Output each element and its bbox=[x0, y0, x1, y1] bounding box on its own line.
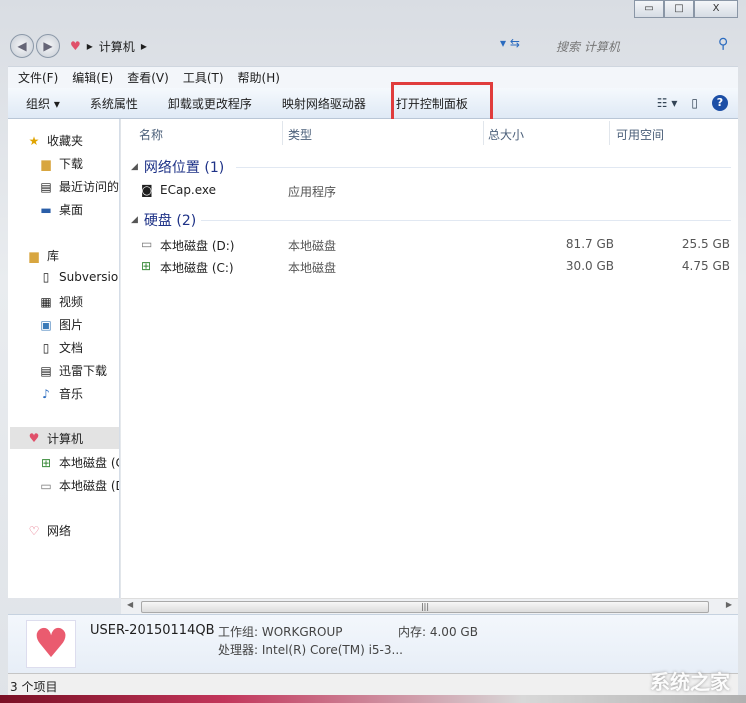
breadcrumb[interactable]: ♥ ▸ 计算机 ▸ bbox=[70, 38, 147, 55]
list-item[interactable]: ⊞ 本地磁盘 (C:) 本地磁盘 30.0 GB 4.75 GB bbox=[139, 257, 734, 277]
column-name[interactable]: 名称 bbox=[139, 126, 163, 143]
sidebar-libraries[interactable]: ▆ 库 bbox=[26, 247, 59, 264]
menu-edit[interactable]: 编辑(E) bbox=[72, 69, 113, 86]
system-properties-button[interactable]: 系统属性 bbox=[90, 95, 138, 112]
group-hard-disks[interactable]: ◢ 硬盘 (2) bbox=[131, 210, 196, 230]
collapse-icon[interactable]: ◢ bbox=[131, 162, 138, 172]
workgroup: 工作组: WORKGROUP bbox=[218, 625, 343, 639]
star-icon: ★ bbox=[28, 133, 40, 148]
document-icon: ▯ bbox=[42, 340, 50, 355]
computer-large-icon: ♥ bbox=[26, 620, 76, 668]
search-icon[interactable]: ⚲ bbox=[718, 36, 728, 52]
sidebar-item-thunder-downloads[interactable]: ▤ 迅雷下载 bbox=[38, 362, 107, 379]
minimize-button[interactable]: ▭ bbox=[634, 0, 664, 18]
library-icon: ▆ bbox=[29, 248, 39, 263]
sidebar-item-drive-c[interactable]: ⊞ 本地磁盘 (C bbox=[38, 454, 119, 471]
sidebar-item-drive-d[interactable]: ▭ 本地磁盘 (D bbox=[38, 477, 119, 494]
item-count: 3 个项目 bbox=[10, 680, 58, 694]
address-bar: ◀ ▶ ♥ ▸ 计算机 ▸ bbox=[10, 34, 736, 58]
collapse-icon[interactable]: ◢ bbox=[131, 215, 138, 225]
desktop-icon: ▬ bbox=[40, 202, 52, 217]
navigation-pane: ★ 收藏夹 ▆ 下载 ▤ 最近访问的 ▬ 桌面 ▆ 库 ▯ Subversion ▦ 视频 ▣… bbox=[8, 119, 120, 598]
explorer-window: ▭ □ X ◀ ▶ ♥ ▸ 计算机 ▸ ▾ ⇆ 搜索 计算机 ⚲ 文件(F) 编… bbox=[0, 0, 746, 703]
music-icon: ♪ bbox=[42, 386, 50, 401]
drive-icon: ▭ bbox=[141, 237, 153, 251]
file-list: 名称 类型 总大小 可用空间 ◢ 网络位置 (1) ◙ ECap.exe 应用程序… bbox=[121, 119, 738, 598]
sidebar-item-documents[interactable]: ▯ 文档 bbox=[38, 339, 83, 356]
drive-icon: ▭ bbox=[40, 478, 52, 493]
picture-icon: ▣ bbox=[40, 317, 52, 332]
network-icon: ♡ bbox=[28, 523, 40, 538]
menu-help[interactable]: 帮助(H) bbox=[238, 69, 280, 86]
computer-icon: ♥ bbox=[28, 431, 40, 445]
menu-view[interactable]: 查看(V) bbox=[127, 69, 169, 86]
sidebar-computer[interactable]: ♥ 计算机 bbox=[10, 427, 119, 449]
view-controls: ☷ ▾ ▯ ? bbox=[657, 95, 728, 111]
video-icon: ▦ bbox=[40, 294, 52, 309]
scrollbar-thumb[interactable]: ||| bbox=[141, 601, 709, 613]
folder-icon: ▆ bbox=[41, 156, 51, 171]
list-item[interactable]: ▭ 本地磁盘 (D:) 本地磁盘 81.7 GB 25.5 GB bbox=[139, 235, 734, 255]
uninstall-program-button[interactable]: 卸载或更改程序 bbox=[168, 95, 252, 112]
scroll-right-icon[interactable]: ▶ bbox=[726, 600, 732, 609]
processor: 处理器: Intel(R) Core(TM) i5-3... bbox=[218, 643, 403, 657]
computer-icon: ♥ bbox=[70, 39, 81, 53]
sidebar-item-downloads[interactable]: ▆ 下载 bbox=[38, 155, 83, 172]
sidebar-item-videos[interactable]: ▦ 视频 bbox=[38, 293, 83, 310]
chevron-right-icon: ▸ bbox=[86, 39, 93, 53]
chevron-right-icon: ▸ bbox=[140, 39, 147, 53]
forward-button[interactable]: ▶ bbox=[36, 34, 60, 58]
sidebar-favorites[interactable]: ★ 收藏夹 bbox=[26, 132, 83, 149]
menu-bar: 文件(F) 编辑(E) 查看(V) 工具(T) 帮助(H) bbox=[8, 66, 738, 88]
details-pane: ♥ USER-20150114QB 工作组: WORKGROUP 内存: 4.0… bbox=[8, 614, 738, 673]
window-border bbox=[0, 695, 746, 703]
help-icon[interactable]: ? bbox=[712, 95, 728, 111]
camera-icon: ◙ bbox=[141, 183, 153, 197]
menu-tools[interactable]: 工具(T) bbox=[183, 69, 224, 86]
watermark-logo: 系统之家 bbox=[650, 670, 730, 694]
close-button[interactable]: X bbox=[694, 0, 738, 18]
refresh-icon[interactable]: ▾ ⇆ bbox=[500, 36, 520, 50]
command-bar: 组织 ▾ 系统属性 卸载或更改程序 映射网络驱动器 打开控制面板 bbox=[8, 88, 738, 119]
computer-name: USER-20150114QB bbox=[90, 623, 215, 638]
recent-icon: ▤ bbox=[40, 179, 52, 194]
group-network-locations[interactable]: ◢ 网络位置 (1) bbox=[131, 157, 224, 177]
sidebar-item-music[interactable]: ♪ 音乐 bbox=[38, 385, 83, 402]
sidebar-item-pictures[interactable]: ▣ 图片 bbox=[38, 316, 83, 333]
list-item[interactable]: ◙ ECap.exe 应用程序 bbox=[139, 181, 734, 201]
menu-file[interactable]: 文件(F) bbox=[18, 69, 58, 86]
preview-pane-icon[interactable]: ▯ bbox=[691, 96, 698, 110]
system-drive-icon: ⊞ bbox=[40, 455, 52, 470]
window-controls: ▭ □ X bbox=[634, 0, 738, 18]
horizontal-scrollbar[interactable]: ◀ ||| ▶ bbox=[121, 598, 738, 614]
sidebar-item-desktop[interactable]: ▬ 桌面 bbox=[38, 201, 83, 218]
document-icon: ▯ bbox=[42, 270, 50, 284]
sidebar-item-subversion[interactable]: ▯ Subversion bbox=[38, 270, 119, 284]
maximize-button[interactable]: □ bbox=[664, 0, 694, 18]
back-button[interactable]: ◀ bbox=[10, 34, 34, 58]
view-options-icon[interactable]: ☷ ▾ bbox=[657, 96, 678, 110]
scroll-left-icon[interactable]: ◀ bbox=[127, 600, 133, 609]
status-bar: 3 个项目 系统之家 bbox=[8, 670, 738, 695]
search-input[interactable]: 搜索 计算机 bbox=[556, 38, 620, 55]
sidebar-network[interactable]: ♡ 网络 bbox=[26, 522, 71, 539]
column-total-size[interactable]: 总大小 bbox=[488, 126, 524, 143]
sidebar-item-recent[interactable]: ▤ 最近访问的 bbox=[38, 178, 119, 195]
column-free-space[interactable]: 可用空间 bbox=[616, 126, 664, 143]
breadcrumb-computer[interactable]: 计算机 bbox=[99, 38, 135, 55]
organize-button[interactable]: 组织 ▾ bbox=[26, 95, 60, 112]
system-drive-icon: ⊞ bbox=[141, 259, 152, 273]
column-type[interactable]: 类型 bbox=[288, 126, 312, 143]
map-network-drive-button[interactable]: 映射网络驱动器 bbox=[282, 95, 366, 112]
memory: 内存: 4.00 GB bbox=[398, 625, 478, 639]
document-icon: ▤ bbox=[40, 363, 52, 378]
